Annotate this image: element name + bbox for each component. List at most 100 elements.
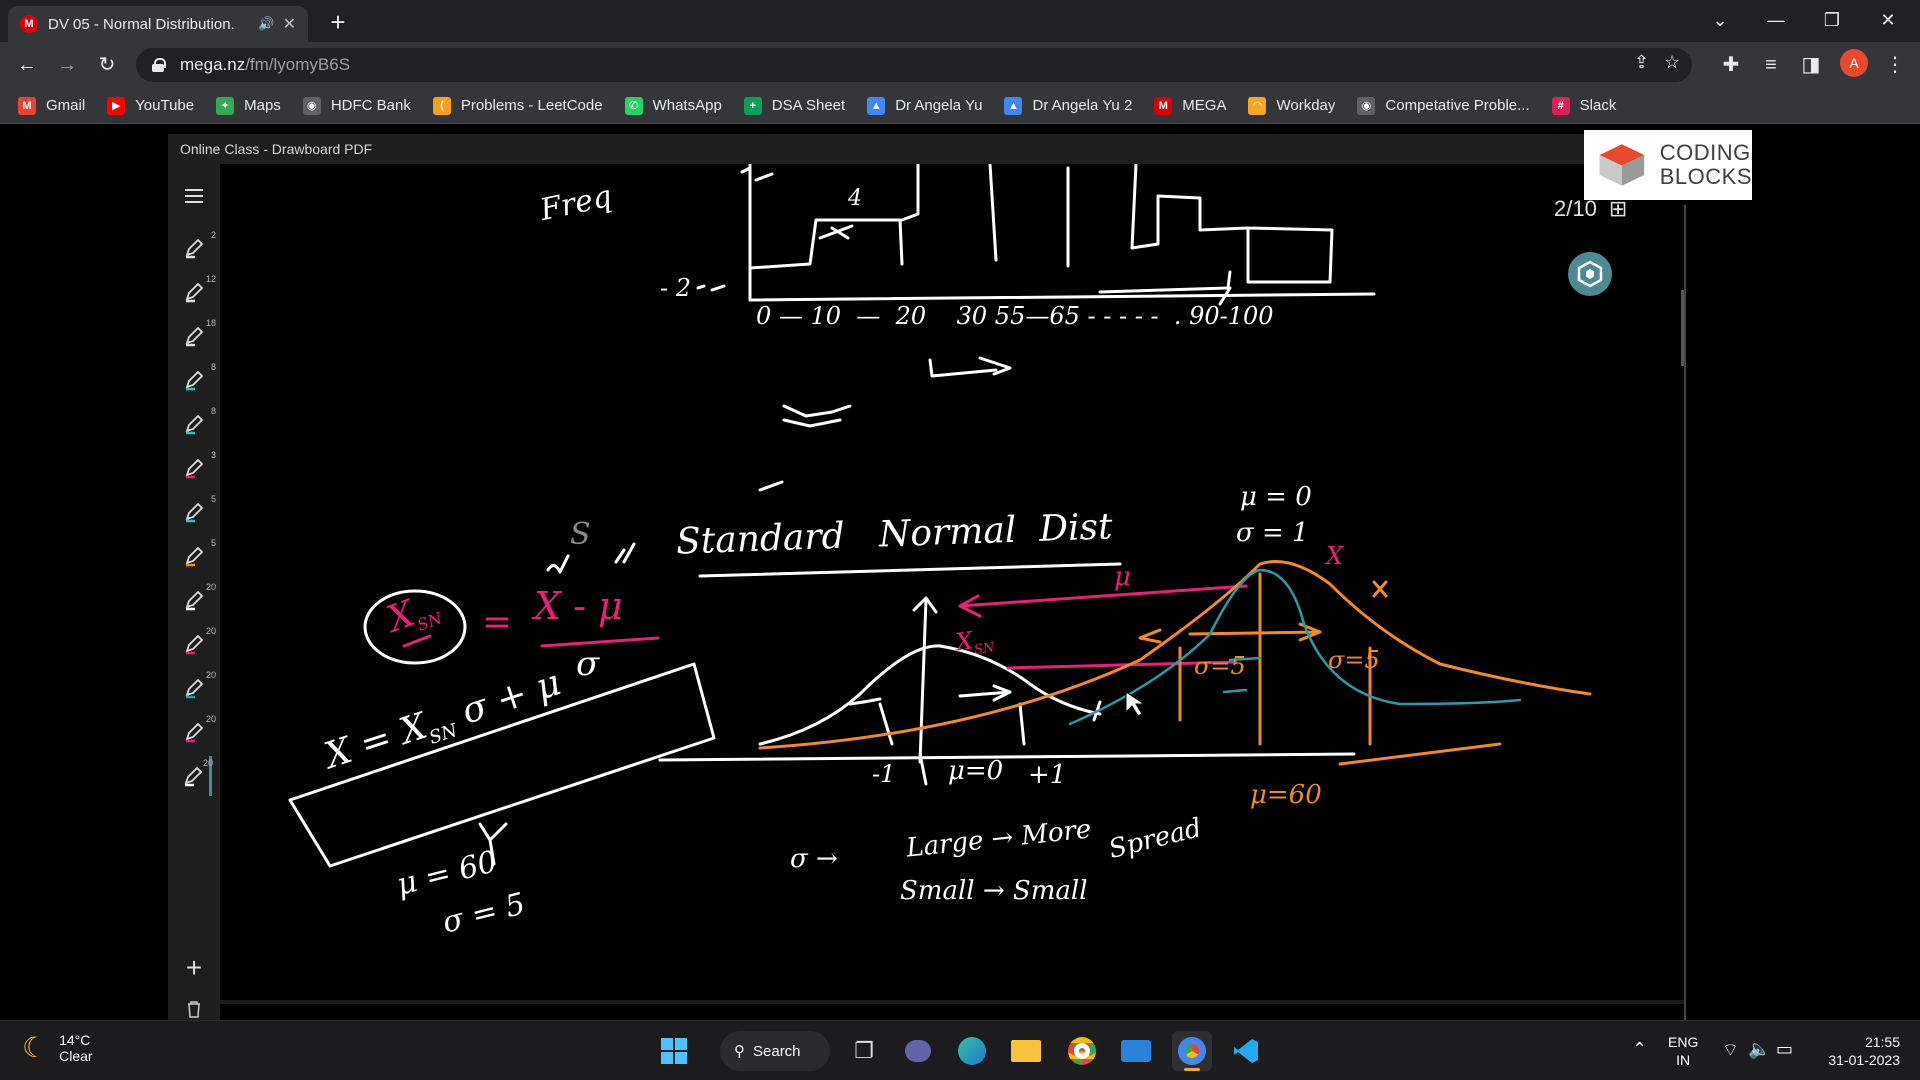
tool-size-number: 12: [205, 274, 216, 284]
sigma-arrow-label: σ →: [790, 844, 838, 874]
eraser-tool-icon[interactable]: 18: [176, 316, 216, 356]
bookmark-dr-angela-yu-2[interactable]: ▲ Dr Angela Yu 2: [1004, 96, 1133, 115]
bookmark-slack[interactable]: # Slack: [1551, 96, 1616, 115]
bookmark-whatsapp[interactable]: ✆ WhatsApp: [624, 96, 722, 115]
bookmark-youtube[interactable]: ▶ YouTube: [107, 96, 194, 115]
pen-tool-icon[interactable]: 20: [176, 756, 213, 796]
drawing-tools-sidebar: + 2 12 18 8 8 3 5 5 20 20 20 20 20: [168, 164, 220, 1020]
weather-condition: Clear: [59, 1047, 93, 1064]
side-panel-icon[interactable]: ◨: [1796, 50, 1826, 80]
battery-icon[interactable]: ▭: [1776, 1039, 1793, 1060]
tab-search-chevron-icon[interactable]: ⌄: [1692, 0, 1748, 40]
new-tab-button[interactable]: +: [324, 8, 352, 36]
grid-view-icon[interactable]: ⊞: [1609, 196, 1627, 222]
bookmark-label: Workday: [1276, 97, 1336, 114]
vertical-scrollbar[interactable]: [1681, 290, 1684, 366]
bookmark-mega[interactable]: M MEGA: [1154, 96, 1226, 115]
search-icon: ⚲: [734, 1043, 745, 1060]
pen-tool-icon[interactable]: 3: [176, 448, 216, 488]
mega-favicon-icon: M: [20, 15, 38, 33]
pen-tool-icon[interactable]: 20: [176, 712, 216, 752]
bookmark-star-icon[interactable]: ☆: [1664, 52, 1680, 73]
share-icon[interactable]: ⇪: [1634, 52, 1649, 73]
extensions-puzzle-icon[interactable]: ✚: [1716, 50, 1746, 80]
pen-tool-icon[interactable]: 20: [176, 668, 216, 708]
small-small-label: Small → Small: [900, 876, 1088, 906]
bookmark-gmail[interactable]: M Gmail: [18, 96, 86, 115]
forward-arrow-icon[interactable]: →: [52, 50, 82, 80]
reload-icon[interactable]: ↻: [92, 50, 122, 80]
start-button[interactable]: [654, 1031, 694, 1071]
file-explorer-icon[interactable]: [1006, 1031, 1046, 1071]
add-tool-button[interactable]: +: [176, 948, 212, 988]
bookmark-problems-leetcode[interactable]: ⟨ Problems - LeetCode: [432, 96, 603, 115]
minimize-button[interactable]: —: [1748, 0, 1804, 40]
bookmark-workday[interactable]: ◠ Workday: [1248, 96, 1336, 115]
bookmark-label: Gmail: [46, 97, 86, 114]
bookmark-label: Competative Proble...: [1385, 97, 1530, 114]
media-queue-icon[interactable]: ≡: [1756, 50, 1786, 80]
app-title-bar: Online Class - Drawboard PDF —: [168, 134, 1684, 164]
bookmarks-bar: M Gmail ▶ YouTube ✦ Maps ◉ HDFC Bank ⟨ Problems -…: [0, 88, 1920, 124]
sigma-5-right-label: σ=5: [1328, 646, 1380, 674]
address-bar[interactable]: mega.nz/fm/lyomyB6S ⇪ ☆: [136, 48, 1692, 82]
drive-icon: ▲: [867, 96, 886, 115]
s-mark: S: [570, 517, 591, 552]
back-arrow-icon[interactable]: ←: [12, 50, 42, 80]
drawing-canvas[interactable]: Freq 4 - 2 0 — 10 — 20 30 55—65 - - - - …: [220, 164, 1684, 1020]
tick-minus-one: -1: [872, 760, 896, 788]
pen-tool-icon[interactable]: 20: [176, 580, 216, 620]
bookmark-dr-angela-yu[interactable]: ▲ Dr Angela Yu: [867, 96, 983, 115]
teams-chat-icon[interactable]: [898, 1031, 938, 1071]
drive-icon: ▲: [1004, 96, 1023, 115]
mail-icon[interactable]: [1116, 1031, 1156, 1071]
speaker-icon[interactable]: 🔊: [258, 16, 274, 32]
temperature: 14°C: [59, 1031, 91, 1048]
pen-tool-icon[interactable]: 2: [176, 228, 216, 268]
canvas-bottom-edge: [220, 1000, 1684, 1004]
trash-icon[interactable]: [176, 998, 212, 1020]
browser-tab[interactable]: M DV 05 - Normal Distribution. 🔊 ✕: [8, 6, 308, 42]
edge-browser-icon[interactable]: [952, 1031, 992, 1071]
tool-size-number: 18: [205, 318, 216, 328]
close-tab-icon[interactable]: ✕: [283, 14, 296, 34]
volume-icon[interactable]: 🔈: [1748, 1039, 1770, 1060]
bookmark-hdfc-bank[interactable]: ◉ HDFC Bank: [302, 96, 411, 115]
cube-logo-icon: [1599, 144, 1645, 186]
gmail-icon: M: [18, 96, 36, 115]
profile-avatar[interactable]: A: [1840, 49, 1868, 77]
bookmark-maps[interactable]: ✦ Maps: [216, 96, 281, 115]
wifi-icon[interactable]: ⌔: [1722, 1039, 1739, 1062]
maps-icon: ✦: [216, 96, 235, 115]
pen-tool-icon[interactable]: 8: [176, 404, 216, 444]
taskbar-search-button[interactable]: ⚲ Search: [720, 1031, 830, 1071]
menu-hamburger-icon[interactable]: [176, 176, 212, 216]
chrome-active-icon[interactable]: [1172, 1031, 1212, 1071]
hexagon-tool-button[interactable]: [1568, 252, 1612, 296]
bar-value-label: 4: [848, 186, 862, 211]
lock-icon[interactable]: [152, 58, 166, 72]
pen-tool-icon[interactable]: 12: [176, 272, 216, 312]
bookmark-dsa-sheet[interactable]: + DSA Sheet: [743, 96, 845, 115]
pen-tool-icon[interactable]: 5: [176, 536, 216, 576]
chevron-up-icon[interactable]: ⌃: [1632, 1039, 1647, 1060]
pen-tool-icon[interactable]: 8: [176, 360, 216, 400]
windows-taskbar: ☾ 14°C Clear ⚲ Search ❐ ⌃ ENG IN ⌔ 🔈 ▭ 2…: [0, 1020, 1920, 1080]
restore-button[interactable]: ❐: [1804, 0, 1860, 40]
language-indicator[interactable]: ENG IN: [1668, 1033, 1698, 1069]
close-window-button[interactable]: ✕: [1860, 0, 1916, 40]
task-view-icon[interactable]: ❐: [844, 1031, 884, 1071]
workday-icon: ◠: [1248, 96, 1267, 115]
pen-tool-icon[interactable]: 5: [176, 492, 216, 532]
bookmark-label: Dr Angela Yu: [895, 97, 983, 114]
clock[interactable]: 21:55 31-01-2023: [1820, 1033, 1900, 1069]
bookmark-label: Dr Angela Yu 2: [1032, 97, 1133, 114]
weather-widget[interactable]: ☾ 14°C Clear: [22, 1031, 93, 1064]
bookmark-competative-proble[interactable]: ◉ Competative Proble...: [1357, 96, 1530, 115]
pen-tool-icon[interactable]: 20: [176, 624, 216, 664]
chrome-icon[interactable]: [1062, 1031, 1102, 1071]
vscode-icon[interactable]: [1226, 1031, 1266, 1071]
page-indicator[interactable]: 2/10 ⊞: [1554, 196, 1627, 222]
more-menu-icon[interactable]: ⋮: [1880, 50, 1910, 80]
browser-tab-strip: M DV 05 - Normal Distribution. 🔊 ✕ + ⌄ —…: [0, 0, 1920, 42]
